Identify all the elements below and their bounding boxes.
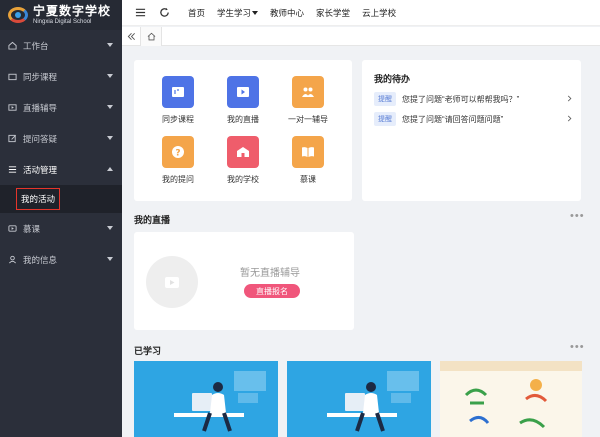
- sidebar-item-my-info[interactable]: 我的信息: [0, 244, 122, 275]
- reminder-badge: 提醒: [374, 92, 396, 106]
- chevron-down-icon: [107, 74, 113, 78]
- grid-icon: [8, 165, 17, 174]
- edit-icon: [8, 134, 17, 143]
- nav-home[interactable]: 首页: [188, 7, 205, 19]
- logo-name-en: Ningxia Digital School: [33, 19, 92, 25]
- todo-panel: 我的待办 提醒 您提了问题“老师可以帮帮我吗？” 提醒 您提了问题“请回答问题问…: [362, 60, 581, 201]
- home-icon: [147, 32, 155, 40]
- logo-name-cn: 宁夏数字学校: [33, 4, 112, 18]
- tutor-icon: [292, 76, 324, 108]
- chevron-down-icon: [107, 226, 113, 230]
- sidebar-item-label: 慕课: [23, 223, 41, 234]
- reminder-badge: 提醒: [374, 112, 396, 126]
- chevron-up-icon: [107, 167, 113, 171]
- sidebar-item-workbench[interactable]: 工作台: [0, 30, 122, 61]
- sidebar-item-label: 活动管理: [23, 164, 58, 175]
- live-panel: 暂无直播辅导 直播报名: [134, 232, 354, 330]
- logo[interactable]: 宁夏数字学校 Ningxia Digital School: [0, 0, 122, 30]
- live-icon: [227, 76, 259, 108]
- sidebar-item-label: 提问答疑: [23, 133, 58, 144]
- course-poster-icon: [440, 361, 582, 429]
- shortcut-my-live[interactable]: 我的直播: [213, 76, 273, 125]
- caret-down-icon: [252, 10, 259, 15]
- sidebar-subitem-my-activity[interactable]: 我的活动: [16, 188, 61, 210]
- course-card[interactable]: [134, 361, 278, 437]
- shortcuts-panel: 同步课程 我的直播 一对一辅导 ? 我的提问 我的学校 慕课: [134, 60, 352, 201]
- svg-text:?: ?: [175, 148, 180, 158]
- sidebar-item-mooc[interactable]: 慕课: [0, 213, 122, 244]
- nav-label: 学生学习: [217, 8, 252, 19]
- chevron-down-icon: [107, 105, 113, 109]
- play-icon: [8, 224, 17, 233]
- sidebar-menu: 工作台 同步课程 直播辅导 提问答疑 活动管理 我的活动 慕课 我的信息: [0, 30, 122, 275]
- shortcut-my-school[interactable]: 我的学校: [213, 136, 273, 185]
- shortcut-label: 我的学校: [227, 175, 259, 184]
- nav-student-learning[interactable]: 学生学习: [217, 7, 259, 19]
- tab-home[interactable]: [140, 26, 162, 46]
- sidebar-item-sync-course[interactable]: 同步课程: [0, 61, 122, 92]
- home-icon: [8, 41, 17, 50]
- user-icon: [8, 255, 17, 264]
- sidebar-item-label: 直播辅导: [23, 102, 58, 113]
- submenu-my-activity: 我的活动: [0, 185, 122, 213]
- top-bar: 首页 学生学习 教师中心 家长学堂 云上学校: [122, 0, 600, 26]
- chevron-down-icon: [107, 43, 113, 47]
- sidebar-item-activity-manage[interactable]: 活动管理: [0, 154, 122, 185]
- course-icon: [162, 76, 194, 108]
- todo-item[interactable]: 提醒 您提了问题“请回答问题问题”: [374, 112, 574, 126]
- shortcut-label: 慕课: [300, 175, 316, 184]
- shortcut-sync-course[interactable]: 同步课程: [148, 76, 208, 125]
- question-icon: ?: [162, 136, 194, 168]
- live-signup-button[interactable]: 直播报名: [244, 284, 300, 298]
- more-options-icon[interactable]: •••: [570, 342, 585, 353]
- live-section-title: 我的直播: [134, 215, 171, 225]
- shortcut-label: 我的提问: [162, 175, 194, 184]
- book-icon: [292, 136, 324, 168]
- learned-section-title: 已学习: [134, 346, 162, 356]
- top-nav: 首页 学生学习 教师中心 家长学堂 云上学校: [188, 7, 408, 19]
- todo-item[interactable]: 提醒 您提了问题“老师可以帮帮我吗？”: [374, 92, 574, 106]
- sidebar-item-live-tutor[interactable]: 直播辅导: [0, 92, 122, 123]
- video-icon: [8, 103, 17, 112]
- shortcut-label: 我的直播: [227, 115, 259, 124]
- tabs-bar: [122, 26, 600, 46]
- empty-live-icon: [146, 256, 198, 308]
- menu-toggle-icon[interactable]: [134, 7, 146, 19]
- course-thumbnail-icon: [174, 371, 266, 432]
- school-icon: [227, 136, 259, 168]
- chevron-right-icon: [566, 115, 574, 123]
- refresh-icon[interactable]: [158, 7, 170, 19]
- empty-live-text: 暂无直播辅导: [240, 268, 300, 279]
- sidebar-item-qa[interactable]: 提问答疑: [0, 123, 122, 154]
- sidebar-item-label: 同步课程: [23, 71, 58, 82]
- todo-text: 您提了问题“老师可以帮帮我吗？”: [402, 94, 520, 104]
- shortcut-label: 一对一辅导: [288, 115, 328, 124]
- shortcut-my-question[interactable]: ? 我的提问: [148, 136, 208, 185]
- todo-text: 您提了问题“请回答问题问题”: [402, 114, 504, 124]
- course-thumbnail-icon: [327, 371, 419, 432]
- sidebar-item-label: 我的信息: [23, 254, 58, 265]
- sidebar-item-label: 工作台: [23, 40, 49, 51]
- more-options-icon[interactable]: •••: [570, 211, 585, 222]
- shortcut-one-on-one[interactable]: 一对一辅导: [278, 76, 338, 125]
- todo-title: 我的待办: [374, 74, 411, 84]
- nav-parent-school[interactable]: 家长学堂: [316, 7, 350, 19]
- nav-teacher-center[interactable]: 教师中心: [270, 7, 304, 19]
- course-card[interactable]: [440, 361, 582, 437]
- chevron-down-icon: [107, 257, 113, 261]
- chevron-down-icon: [107, 136, 113, 140]
- double-chevron-left-icon[interactable]: [122, 32, 140, 41]
- sidebar: 宁夏数字学校 Ningxia Digital School 工作台 同步课程 直…: [0, 0, 122, 437]
- folder-icon: [8, 72, 17, 81]
- shortcut-mooc[interactable]: 慕课: [278, 136, 338, 185]
- chevron-right-icon: [566, 95, 574, 103]
- course-card[interactable]: [287, 361, 431, 437]
- school-logo-icon: [7, 4, 29, 26]
- nav-cloud-school[interactable]: 云上学校: [362, 7, 396, 19]
- shortcut-label: 同步课程: [162, 115, 194, 124]
